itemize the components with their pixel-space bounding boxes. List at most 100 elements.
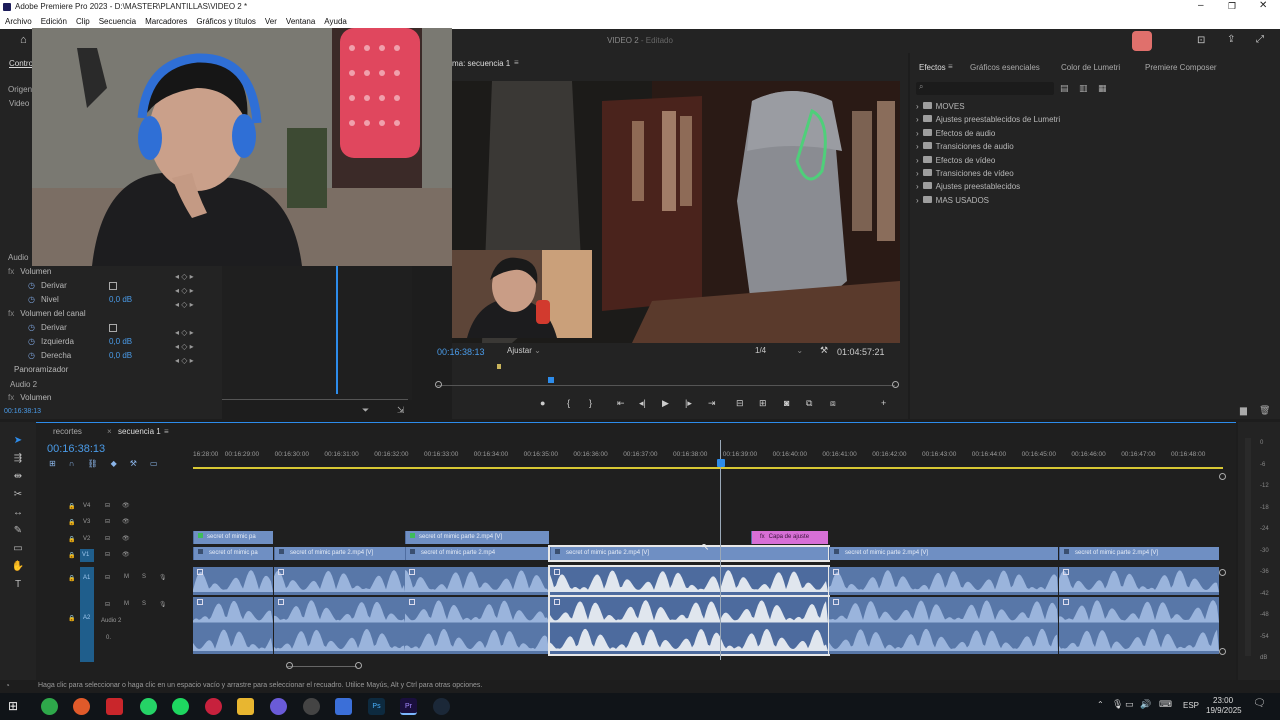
track-label[interactable]: V1 (80, 549, 94, 562)
linked-icon[interactable]: ⛓ (87, 459, 110, 468)
selection-tool-icon[interactable]: ➤ (0, 432, 36, 450)
app-icon[interactable] (205, 698, 222, 715)
clip-v2-1[interactable]: secret of mimic pa (193, 531, 273, 544)
menu-marcadores[interactable]: Marcadores (145, 17, 187, 26)
audio-clip[interactable] (548, 595, 830, 656)
settings-wrench-icon[interactable]: ⚒ (130, 459, 150, 468)
nivel-value[interactable]: 0,0 dB (109, 295, 132, 304)
lock-icon[interactable]: 🔒 (68, 615, 75, 622)
delete-icon[interactable]: 🗑 (1259, 405, 1270, 416)
audio-clip[interactable] (405, 567, 549, 595)
derivar-checkbox[interactable] (109, 282, 117, 290)
go-to-out-icon[interactable]: ⇥ (708, 398, 716, 409)
app2-icon[interactable] (335, 698, 352, 715)
timeline-horizontal-scroll[interactable] (193, 662, 1223, 672)
tab-graficos-esenciales[interactable]: Gráficos esenciales (970, 63, 1040, 72)
in-marker[interactable] (497, 364, 501, 369)
keyboard-icon[interactable]: ⌨ (1159, 699, 1172, 710)
track-select-icon[interactable]: ⇶ (0, 450, 36, 468)
lock-icon[interactable]: 🔒 (68, 575, 75, 582)
tab-efectos[interactable]: Efectos (919, 63, 946, 72)
sync-icon[interactable]: ⊟ (105, 601, 110, 608)
menu-archivo[interactable]: Archivo (5, 17, 32, 26)
hand-tool-icon[interactable]: ✋ (0, 558, 36, 576)
step-back-icon[interactable]: ◂| (639, 398, 646, 409)
spotify-icon[interactable] (172, 698, 189, 715)
lock-icon[interactable]: 🔒 (68, 503, 75, 510)
eye-icon[interactable]: 👁 (122, 518, 130, 525)
captions-icon[interactable]: ▭ (150, 459, 171, 468)
32bit-icon[interactable]: ▥ (1079, 83, 1088, 94)
add-marker-icon[interactable]: ● (540, 398, 545, 408)
language-indicator[interactable]: ESP (1183, 701, 1199, 710)
stopwatch-icon[interactable]: ◷ (28, 295, 35, 304)
audio-clip[interactable] (193, 567, 273, 595)
izquierda-value[interactable]: 0,0 dB (109, 337, 132, 346)
lock-icon[interactable]: 🔒 (68, 536, 75, 543)
rectangle-tool-icon[interactable]: ▭ (0, 540, 36, 558)
mic-icon[interactable]: 🎙 (159, 601, 167, 608)
menu-secuencia[interactable]: Secuencia (99, 17, 136, 26)
timeline-timecode[interactable]: 00:16:38:13 (47, 443, 105, 455)
fx-volumen-canal[interactable]: Volumen del canal (20, 309, 85, 318)
eye-icon[interactable]: 👁 (122, 551, 130, 558)
workspace-icon[interactable]: ⊡ (1197, 35, 1205, 46)
solo-icon[interactable]: S (142, 601, 146, 607)
fullscreen-icon[interactable]: ⤢ (1256, 34, 1264, 45)
menu-graficos[interactable]: Gráficos y títulos (196, 17, 256, 26)
filter-icon[interactable]: ⏷ (362, 405, 369, 416)
tray-chevron-icon[interactable]: ⌃ (1097, 700, 1104, 709)
tab-secuencia-1[interactable]: secuencia 1 (118, 427, 161, 436)
menu-edicion[interactable]: Edición (41, 17, 67, 26)
step-forward-icon[interactable]: |▸ (685, 398, 692, 409)
effects-item-video-effects[interactable]: › Efectos de vídeo (916, 154, 1216, 167)
eye-icon[interactable]: 👁 (122, 535, 130, 542)
effects-item-mas-usados[interactable]: › MAS USADOS (916, 194, 1216, 207)
mic-tray-icon[interactable]: 🎙 (1112, 699, 1123, 710)
volume-icon[interactable]: 🔊 (1140, 699, 1151, 710)
audio-clip[interactable] (193, 597, 273, 654)
effects-item-audio-effects[interactable]: › Efectos de audio (916, 127, 1216, 140)
sync-icon[interactable]: ⊟ (105, 518, 110, 525)
menu-ventana[interactable]: Ventana (286, 17, 315, 26)
fx-panoramizador[interactable]: Panoramizador (14, 365, 68, 374)
wrench-icon[interactable]: ⚒ (820, 345, 828, 356)
restore-icon[interactable]: ❐ (1228, 1, 1236, 12)
close-icon[interactable]: ✕ (1259, 0, 1267, 11)
mark-out-icon[interactable]: } (589, 398, 592, 408)
sync-icon[interactable]: ⊟ (105, 574, 110, 581)
pen-tool-icon[interactable]: ✎ (0, 522, 36, 540)
accelerated-icon[interactable]: ▤ (1060, 83, 1069, 94)
effects-item-moves[interactable]: › MOVES (916, 100, 1216, 113)
yuv-icon[interactable]: ▦ (1098, 83, 1107, 94)
xbox-icon[interactable] (41, 698, 58, 715)
effects-item-video-transitions[interactable]: › Transiciones de vídeo (916, 167, 1216, 180)
clip-v2-2[interactable]: secret of mimic parte 2.mp4 [V] (405, 531, 549, 544)
program-menu-icon[interactable]: ≡ (514, 58, 519, 67)
nest-icon[interactable]: ⊞ (49, 459, 69, 468)
clock-date[interactable]: 19/9/2025 (1206, 706, 1242, 715)
effects-item-lumetri-presets[interactable]: › Ajustes preestablecidos de Lumetri (916, 113, 1216, 126)
program-playhead[interactable] (548, 377, 554, 383)
extract-icon[interactable]: ⊞ (759, 398, 767, 409)
snap-icon[interactable]: ∩ (69, 459, 88, 468)
type-tool-icon[interactable]: T (0, 576, 36, 594)
mark-in-icon[interactable]: { (567, 398, 570, 408)
fx-volumen[interactable]: Volumen (20, 267, 51, 276)
windows-start-icon[interactable]: ⊞ (8, 699, 18, 713)
chrome-icon[interactable] (303, 698, 320, 715)
marker-icon[interactable]: ◆ (111, 459, 130, 468)
audio-clip[interactable] (829, 597, 1058, 654)
tab-controls[interactable]: Contro (9, 59, 33, 68)
obs-icon[interactable] (73, 698, 90, 715)
export-frame-icon[interactable]: ⇲ (397, 405, 405, 416)
solo-icon[interactable]: S (142, 574, 146, 580)
close-tab-icon[interactable]: × (107, 427, 112, 436)
sync-icon[interactable]: ⊟ (105, 551, 110, 558)
mute-icon[interactable]: M (124, 574, 129, 580)
clock-time[interactable]: 23:00 (1213, 696, 1233, 705)
audio-clip[interactable] (274, 597, 405, 654)
mic-icon[interactable]: 🎙 (159, 574, 167, 581)
play-icon[interactable]: ▶ (662, 398, 669, 409)
plugin-icon[interactable] (1132, 31, 1152, 51)
